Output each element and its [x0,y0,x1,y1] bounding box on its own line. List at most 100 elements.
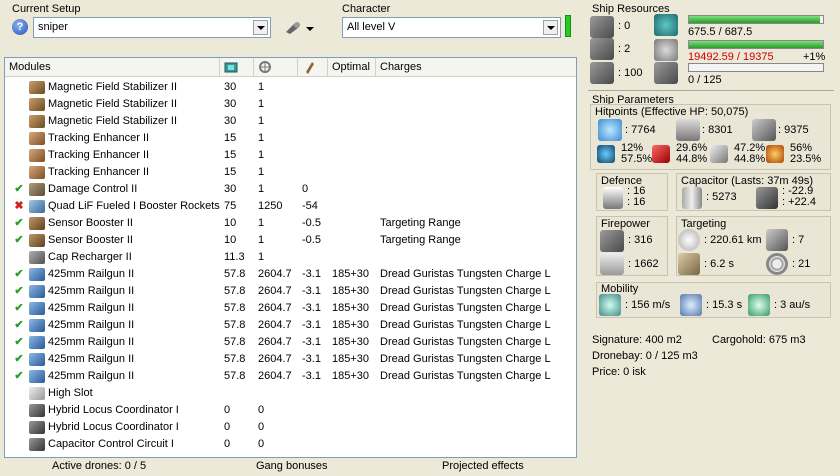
module-row[interactable]: ✔ 425mm Railgun II 57.8 2604.7 -3.1 185+30 Dre… [5,283,576,300]
module-row[interactable]: Hybrid Locus Coordinator I 0 0 [5,419,576,436]
module-state-icon[interactable]: ✖ [13,198,25,215]
tracking-enhancer-icon [29,149,45,162]
module-name: Tracking Enhancer II [48,132,150,144]
hull-icon [752,119,776,141]
module-name: 425mm Railgun II [48,370,135,382]
module-row[interactable]: Tracking Enhancer II 15 1 [5,164,576,181]
dps-value: : 1662 [628,258,659,270]
col-header-modules[interactable]: Modules [5,58,220,77]
module-row[interactable]: Cap Recharger II 11.3 1 [5,249,576,266]
module-capacitor: -3.1 [302,302,321,314]
active-drones-label[interactable]: Active drones: 0 / 5 [52,460,146,474]
powergrid-bar [688,40,824,49]
module-state-icon[interactable]: ✔ [13,300,25,317]
col-header-charges[interactable]: Charges [376,58,576,77]
railgun-icon [29,302,45,315]
module-row[interactable]: High Slot [5,385,576,402]
module-state-icon[interactable]: ✔ [13,215,25,232]
lock-time-icon [678,253,700,275]
module-state-icon[interactable]: ✔ [13,181,25,198]
module-state-icon[interactable]: ✔ [13,232,25,249]
character-label: Character [342,3,391,15]
character-select[interactable]: All level V [342,17,561,38]
col-header-cpu[interactable] [220,58,254,77]
chevron-down-icon[interactable] [253,20,268,35]
module-state-icon[interactable]: ✔ [13,351,25,368]
character-select-value: All level V [347,21,396,33]
module-state-icon[interactable]: ✔ [13,334,25,351]
module-state-icon[interactable]: ✔ [13,368,25,385]
module-row[interactable]: Hybrid Locus Coordinator I 0 0 [5,402,576,419]
module-row[interactable]: Capacitor Control Circuit I 0 0 [5,436,576,453]
modules-list[interactable]: Modules Optimal Charges Magnetic Field S… [4,57,577,458]
align-time-value: : 15.3 s [706,299,743,311]
cap-recharger-icon [29,251,45,264]
launcher-hardpoint-icon [590,38,614,60]
col-header-optimal[interactable]: Optimal [328,58,376,77]
gang-bonuses-label[interactable]: Gang bonuses [256,460,328,474]
magnetic-field-stabilizer-icon [29,98,45,111]
module-name: 425mm Railgun II [48,319,135,331]
targeting-range-icon [678,229,700,251]
module-capacitor: -3.1 [302,336,321,348]
module-row[interactable]: ✖ Quad LiF Fueled I Booster Rockets 75 1250… [5,198,576,215]
railgun-icon [29,370,45,383]
powergrid-icon [259,61,271,73]
module-row[interactable]: ✔ Sensor Booster II 10 1 -0.5 Targeting Range [5,232,576,249]
chevron-down-icon[interactable] [543,20,558,35]
powergrid-resource-icon [654,39,678,61]
setup-tools-icon[interactable] [283,19,317,37]
drone-bandwidth-value: 0 / 125 [688,74,722,86]
module-powergrid: 2604.7 [258,285,292,297]
module-name: Sensor Booster II [48,217,133,229]
module-cpu: 30 [224,81,237,93]
module-row[interactable]: ✔ 425mm Railgun II 57.8 2604.7 -3.1 185+30 Dre… [5,351,576,368]
module-row[interactable]: Magnetic Field Stabilizer II 30 1 [5,79,576,96]
module-row[interactable]: Magnetic Field Stabilizer II 30 1 [5,96,576,113]
module-cpu: 57.8 [224,319,246,331]
module-state-icon[interactable]: ✔ [13,283,25,300]
resist-kinetic: 47.2% 44.8% [734,142,766,165]
module-name: Cap Recharger II [48,251,132,263]
module-row[interactable]: ✔ 425mm Railgun II 57.8 2604.7 -3.1 185+30 Dre… [5,368,576,385]
module-cpu: 0 [224,421,231,433]
turret-hardpoints-value: : 0 [618,20,631,32]
help-icon[interactable]: ? [12,19,28,35]
module-charges: Targeting Range [380,217,461,229]
module-powergrid: 0 [258,421,265,433]
module-powergrid: 1 [258,217,265,229]
module-powergrid: 1 [258,166,265,178]
align-time-icon [680,294,702,316]
module-state-icon[interactable]: ✔ [13,317,25,334]
module-charges: Dread Guristas Tungsten Charge L [380,285,551,297]
armor-hp-value: : 8301 [702,124,733,136]
module-row[interactable]: ✔ Sensor Booster II 10 1 -0.5 Targeting Range [5,215,576,232]
module-state-icon[interactable]: ✔ [13,266,25,283]
hull-hp-value: : 9375 [778,124,809,136]
module-name: Hybrid Locus Coordinator I [48,404,179,416]
module-cpu: 57.8 [224,302,246,314]
module-charges: Dread Guristas Tungsten Charge L [380,302,551,314]
module-row[interactable]: Magnetic Field Stabilizer II 30 1 [5,113,576,130]
module-name: Sensor Booster II [48,234,133,246]
setup-select[interactable]: sniper [33,17,271,38]
projected-effects-label[interactable]: Projected effects [442,460,524,474]
firepower-title: Firepower [601,218,650,230]
module-row[interactable]: Tracking Enhancer II 15 1 [5,130,576,147]
module-row[interactable]: Tracking Enhancer II 15 1 [5,147,576,164]
module-row[interactable]: ✔ 425mm Railgun II 57.8 2604.7 -3.1 185+30 Dre… [5,266,576,283]
module-capacitor: -0.5 [302,217,321,229]
tracking-enhancer-icon [29,132,45,145]
module-capacitor: 0 [302,183,309,195]
module-row[interactable]: ✔ Damage Control II 30 1 0 [5,181,576,198]
armor-icon [676,119,700,141]
module-row[interactable]: ✔ 425mm Railgun II 57.8 2604.7 -3.1 185+30 Dre… [5,334,576,351]
col-header-powergrid[interactable] [254,58,298,77]
module-row[interactable]: ✔ 425mm Railgun II 57.8 2604.7 -3.1 185+30 Dre… [5,300,576,317]
module-charges: Dread Guristas Tungsten Charge L [380,370,551,382]
turret-hardpoint-icon [590,16,614,38]
module-optimal: 185+30 [332,302,370,314]
col-header-capacitor[interactable] [298,58,328,77]
module-row[interactable]: ✔ 425mm Railgun II 57.8 2604.7 -3.1 185+30 Dre… [5,317,576,334]
resist-explosive: 56% 23.5% [790,142,822,165]
